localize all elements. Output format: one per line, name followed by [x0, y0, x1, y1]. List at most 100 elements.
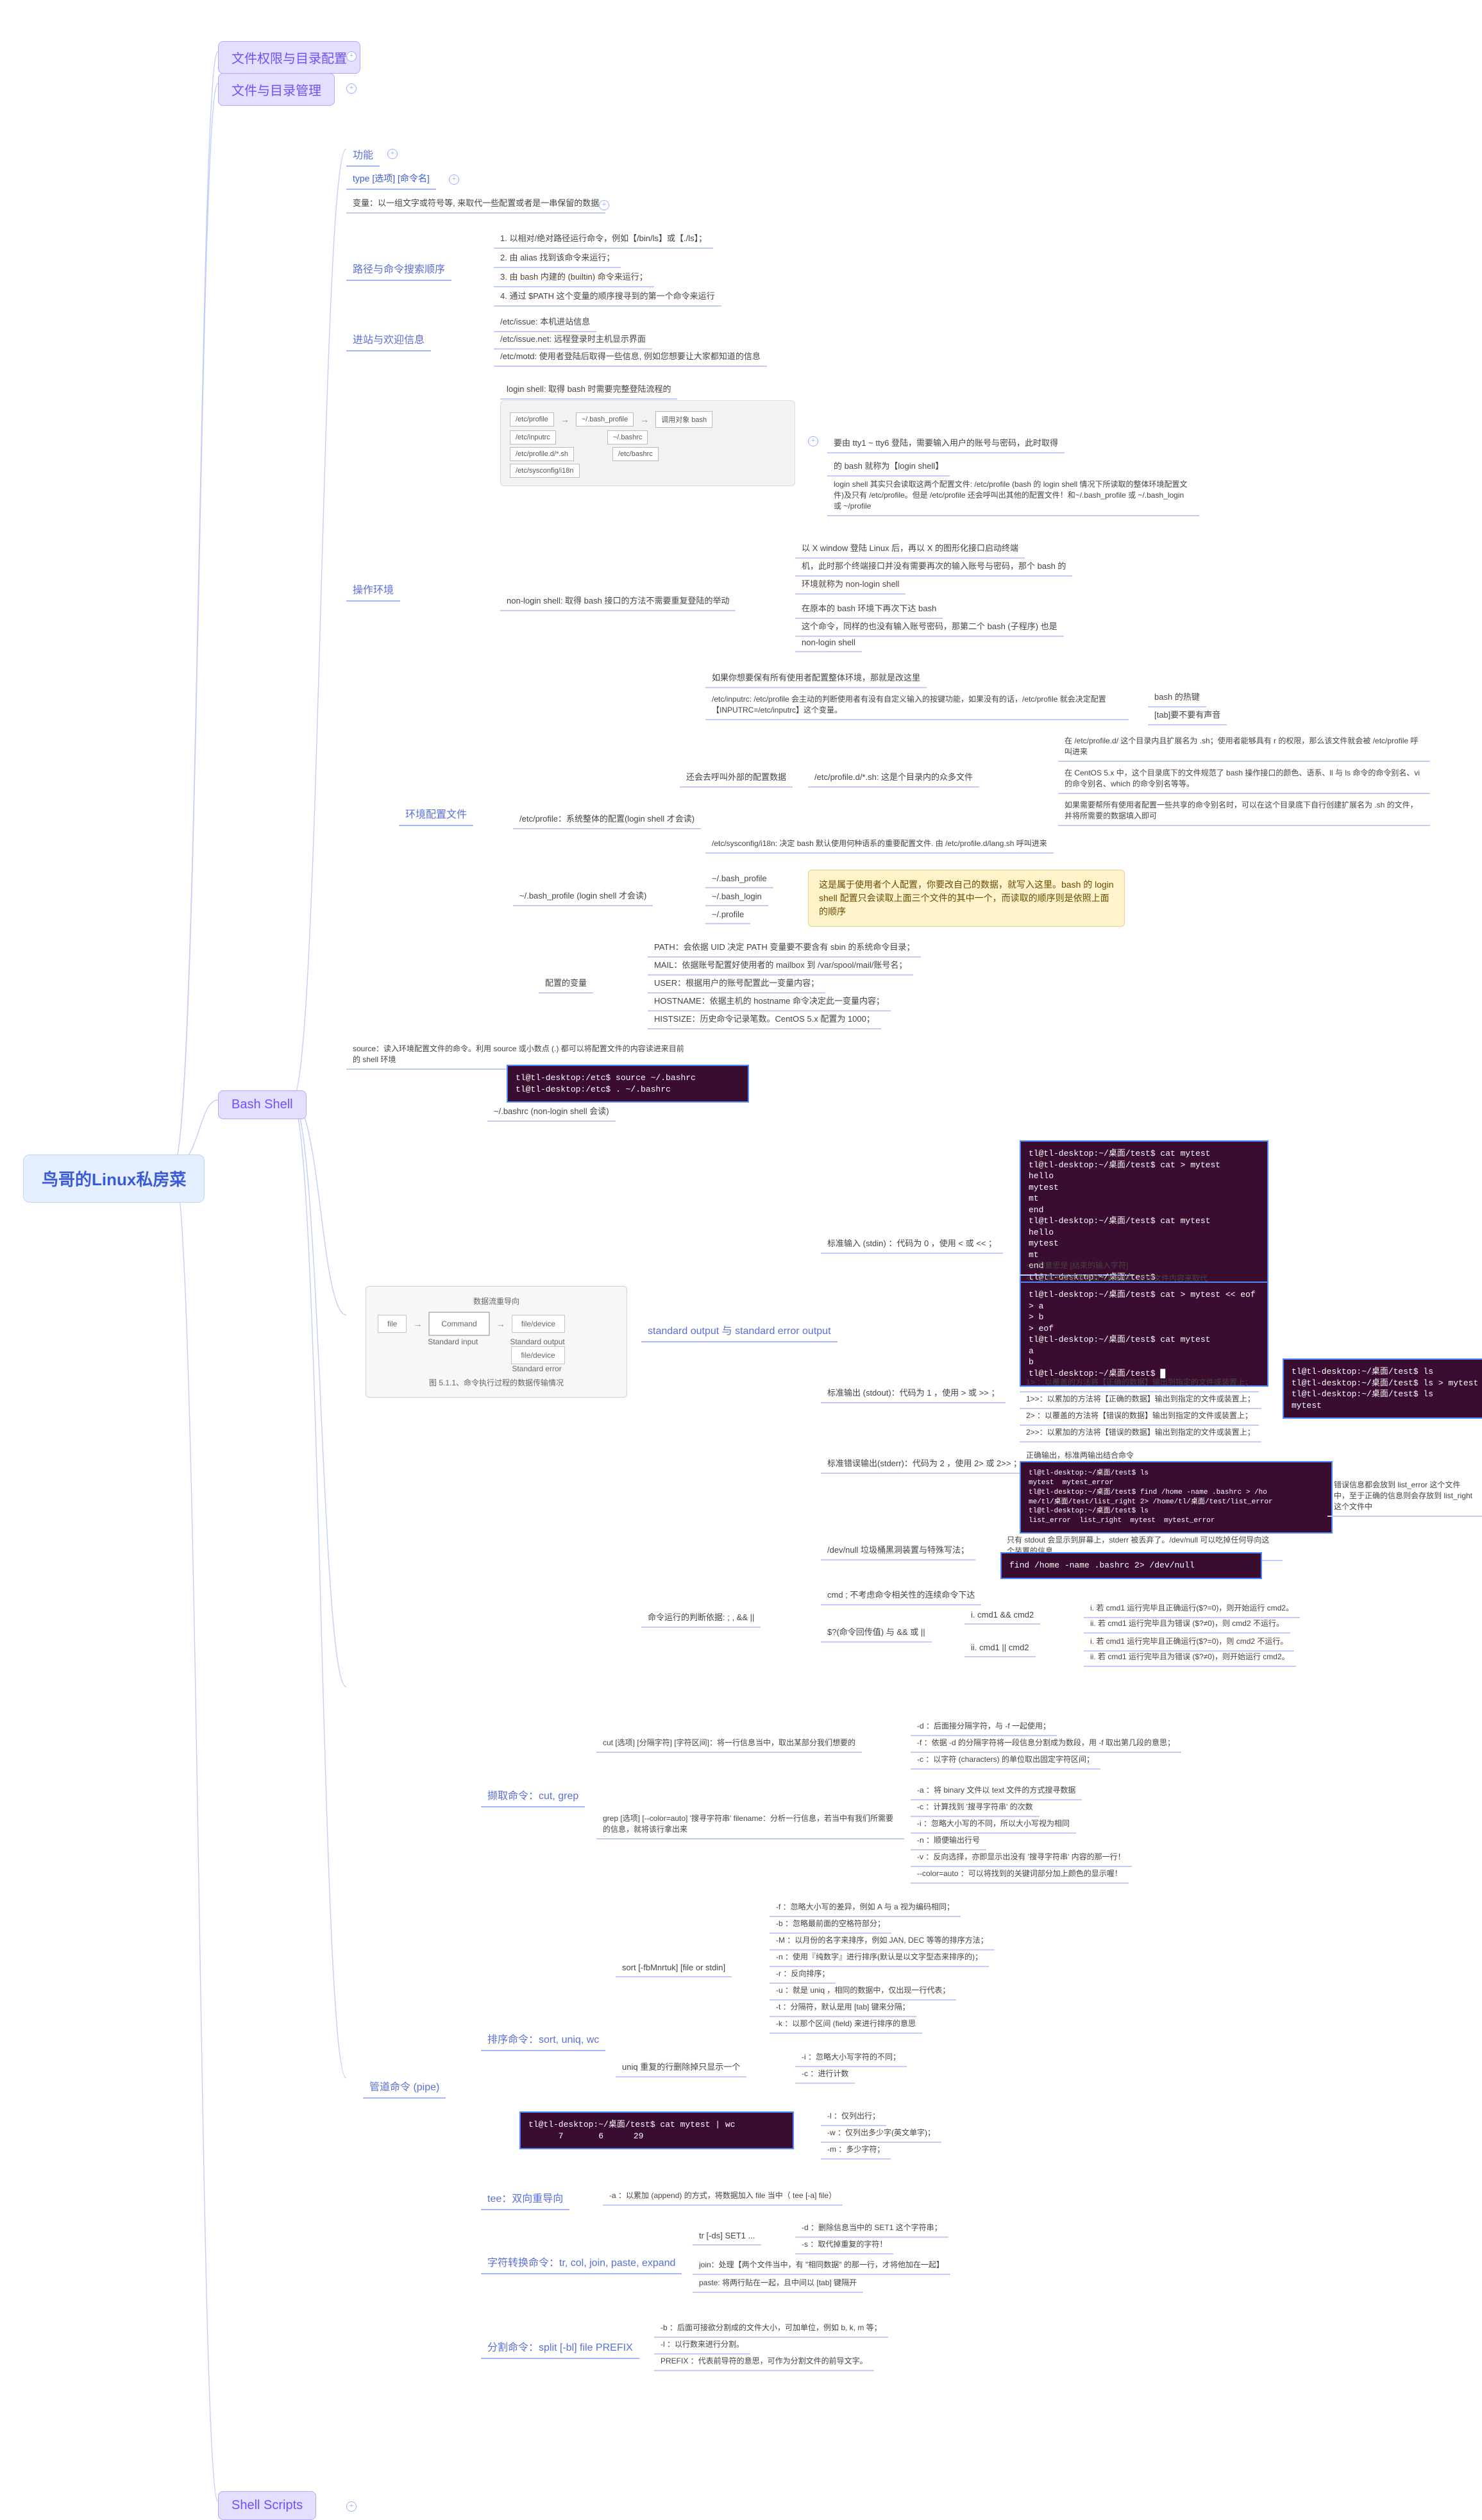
leaf: HISTSIZE：历史命令记录笔数。CentOS 5.x 配置为 1000； [648, 1008, 881, 1029]
leaf: ~/.bash_profile [705, 870, 773, 888]
chevron-right-icon: → [560, 414, 569, 425]
leaf: paste: 将两行贴在一起，且中间以 [tab] 键隔开 [693, 2273, 863, 2293]
leaf: non-login shell [795, 634, 862, 652]
chevron-right-icon: → [640, 414, 649, 425]
leaf: ii. 若 cmd1 运行完毕且为错误 ($?≠0)，则 cmd2 不运行。 [1084, 1614, 1290, 1634]
leaf: 在 /etc/profile.d/ 这个目录内且扩展名为 .sh；使用者能够具有… [1058, 731, 1430, 762]
leaf: PREFIX ：代表前导符的意思，可作为分割文件的前导文字。 [654, 2351, 874, 2371]
leaf: i. cmd1 && cmd2 [964, 1606, 1040, 1625]
topic-std-out-err[interactable]: standard output 与 standard error output [641, 1318, 838, 1342]
topic-pipe[interactable]: 管道命令 (pipe) [363, 2074, 446, 2099]
topic-split[interactable]: 分割命令：split [-bl] file PREFIX [481, 2335, 639, 2359]
leaf-stdin: 标准输入 (stdin) ：代码为 0 ，使用 < 或 << ； [821, 1233, 1003, 1254]
leaf: 3. 由 bash 内建的 (builtin) 命令来运行； [494, 266, 654, 287]
topic-path-order[interactable]: 路径与命令搜索顺序 [346, 257, 451, 281]
leaf-devnull: /dev/null 垃圾桶黑洞装置与特殊写法； [821, 1539, 975, 1560]
flow-node: /etc/profile.d/*.sh [510, 447, 574, 461]
expander-icon[interactable]: + [346, 83, 357, 94]
leaf: cmd ; 不考虑命令相关性的连续命令下达 [821, 1584, 981, 1605]
topic-var: 变量：以一组文字或符号等, 来取代一些配置或者是一串保留的数据 [346, 192, 605, 214]
topic-judge: 命令运行的判断依据: ; , && || [641, 1607, 761, 1628]
topic-welcome[interactable]: 进站与欢迎信息 [346, 327, 431, 351]
topic-cut-grep[interactable]: 撷取命令：cut, grep [481, 1783, 585, 1807]
leaf: /etc/motd: 使用者登陆后取得一些信息, 例如您想要让大家都知道的信息 [494, 346, 767, 367]
diagram-node-file: file [378, 1315, 407, 1333]
leaf: [tab]要不要有声音 [1148, 704, 1227, 725]
topic-functions[interactable]: 功能 [346, 142, 380, 167]
leaf: $?(命令回传值) 与 && 或 || [821, 1621, 932, 1643]
leaf: ii. cmd1 || cmd2 [964, 1639, 1036, 1657]
expander-icon[interactable]: + [808, 436, 818, 446]
leaf: 如果需要帮所有使用者配置一些共享的命令别名时，可以在这个目录底下自行创建扩展名为… [1058, 795, 1430, 826]
leaf: 2. 由 alias 找到该命令来运行； [494, 247, 621, 268]
leaf: ~/.bashrc (non-login shell 会读) [487, 1101, 616, 1122]
leaf: /etc/profile.d/*.sh: 这是个目录内的众多文件 [808, 766, 979, 788]
diagram-node-filedev2: file/device [511, 1346, 564, 1364]
section-bash[interactable]: Bash Shell [218, 1090, 307, 1119]
diagram-node-filedev: file/device [512, 1315, 565, 1333]
stream-diagram: 数据流重导向 file → Command → file/device Stan… [366, 1286, 627, 1398]
section-shell-scripts[interactable]: Shell Scripts [218, 2491, 316, 2520]
leaf: 1. 以相对/绝对路径运行命令，例如【/bin/ls】或【./ls】； [494, 228, 713, 249]
leaf: tr [-ds] SET1 ... [693, 2227, 761, 2245]
leaf: ~/.bash_login [705, 888, 768, 906]
leaf: -s ：取代掉重复的字符！ [795, 2235, 893, 2254]
flow-node: /etc/sysconfig/i18n [510, 464, 580, 478]
leaf-stderr: 标准错误输出(stderr)：代码为 2 ，使用 2> 或 2>> ； [821, 1453, 1028, 1474]
leaf: join：处理【两个文件当中，有 "相同数据" 的那一行，才将他加在一起】 [693, 2255, 950, 2275]
topic-trans[interactable]: 字符转换命令：tr, col, join, paste, expand [481, 2250, 682, 2274]
leaf: /etc/profile：系统整体的配置(login shell 才会读) [513, 808, 701, 829]
chevron-right-icon: → [496, 1319, 505, 1329]
flow-node: /etc/bashrc [612, 447, 659, 461]
topic-env-cfg-file[interactable]: 环境配置文件 [399, 802, 473, 826]
leaf: --color=auto ：可以将找到的关键词部分加上颜色的显示喔！ [911, 1864, 1129, 1884]
expander-icon[interactable]: + [387, 149, 398, 159]
flow-node: /etc/inputrc [510, 430, 556, 444]
leaf: 还会去呼叫外部的配置数据 [680, 766, 793, 788]
terminal-stdin2: tl@tl-desktop:~/桌面/test$ cat > mytest <<… [1020, 1281, 1268, 1387]
topic-sort[interactable]: 排序命令：sort, uniq, wc [481, 2027, 605, 2051]
topic-type[interactable]: type [选项] [命令名] [346, 168, 436, 190]
leaf: 的 bash 就称为【login shell】 [827, 455, 950, 477]
leaf: 如果你想要保有所有使用者配置整体环境，那就是改这里 [705, 667, 927, 688]
terminal-devnull: find /home -name .bashrc 2> /dev/null [1000, 1552, 1262, 1579]
section-file-mgmt[interactable]: 文件与目录管理 [218, 73, 335, 106]
diagram-label: Standard input [428, 1337, 478, 1346]
leaf-stdout: 标准输出 (stdout)：代码为 1 ，使用 > 或 >> ； [821, 1382, 1006, 1403]
diagram-title: 数据流重导向 [378, 1296, 615, 1307]
terminal-stderr: tl@tl-desktop:~/桌面/test$ ls mytest mytes… [1020, 1461, 1333, 1534]
section-file-perm[interactable]: 文件权限与目录配置 [218, 41, 360, 74]
leaf: ii. 若 cmd1 运行完毕且为错误 ($?≠0)，则开始运行 cmd2。 [1084, 1647, 1296, 1667]
leaf: /etc/inputrc: /etc/profile 会主动的判断使用者有没有自… [705, 689, 1129, 720]
root-title: 鸟哥的Linux私房菜 [23, 1154, 205, 1203]
terminal-stdout: tl@tl-desktop:~/桌面/test$ ls tl@tl-deskto… [1283, 1358, 1482, 1419]
leaf: 配置的变量 [539, 972, 593, 994]
login-shell-flow: /etc/profile → ~/.bash_profile → 调用对象 ba… [500, 400, 795, 486]
expander-icon[interactable]: + [449, 174, 459, 185]
chevron-right-icon: → [413, 1319, 422, 1329]
flow-node: ~/.bashrc [607, 430, 648, 444]
leaf: -a ：以累加 (append) 的方式，将数据加入 file 当中（ tee … [603, 2186, 843, 2206]
leaf: uniq 重复的行删除掉只显示一个 [616, 2056, 746, 2077]
flow-node: 调用对象 bash [655, 411, 712, 428]
topic-env[interactable]: 操作环境 [346, 577, 400, 602]
leaf: cut [选项] [分隔字符] [字符区间]：将一行信息当中，取出某部分我们想要… [596, 1733, 862, 1753]
expander-icon[interactable]: + [346, 2501, 357, 2512]
leaf: grep [选项] [--color=auto] '搜寻字符串' filenam… [596, 1809, 904, 1839]
leaf: 4. 通过 $PATH 这个变量的顺序搜寻到的第一个命令来运行 [494, 285, 721, 307]
leaf: -k ：以那个区间 (field) 来进行排序的意思 [770, 2014, 922, 2034]
flow-node: /etc/profile [510, 412, 554, 427]
topic-tee[interactable]: tee：双向重导向 [481, 2186, 569, 2210]
leaf: -m ：多少字符； [821, 2140, 891, 2160]
topic-nonlogin: non-login shell: 取得 bash 接口的方法不需要重复登陆的举动 [500, 590, 736, 611]
leaf: 要由 tty1 ~ tty6 登陆，需要输入用户的账号与密码，此时取得 [827, 432, 1065, 453]
expander-icon[interactable]: + [599, 200, 609, 210]
leaf: -c ：以字符 (characters) 的单位取出固定字符区间； [911, 1750, 1100, 1770]
terminal-wc: tl@tl-desktop:~/桌面/test$ cat mytest | wc… [519, 2111, 794, 2149]
expander-icon[interactable]: + [346, 51, 357, 62]
leaf: sort [-fbMnrtuk] [file or stdin] [616, 1959, 732, 1977]
diagram-caption: 图 5.1.1、命令执行过程的数据传输情况 [378, 1377, 615, 1388]
leaf: ~/.profile [705, 906, 750, 924]
leaf: 在 CentOS 5.x 中，这个目录底下的文件规范了 bash 操作接口的颜色… [1058, 763, 1430, 794]
leaf: 环境就称为 non-login shell [795, 573, 905, 595]
